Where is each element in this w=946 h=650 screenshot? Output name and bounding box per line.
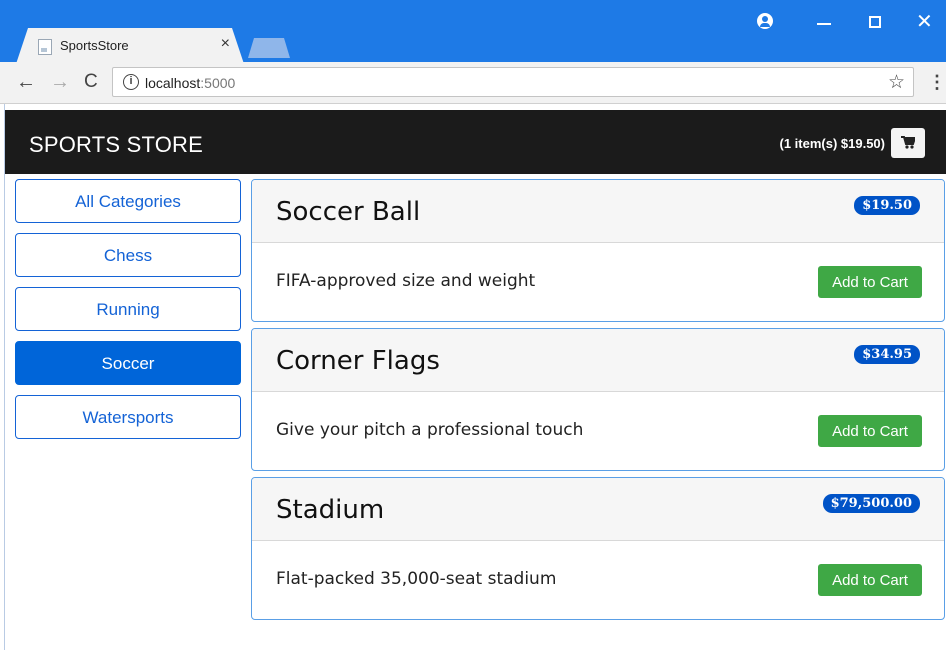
product-name: Stadium <box>276 495 385 525</box>
product-card-body: Flat-packed 35,000-seat stadium Add to C… <box>252 541 944 619</box>
address-bar[interactable]: i localhost:5000 ☆ <box>112 67 914 97</box>
account-icon[interactable] <box>757 13 773 29</box>
product-card: Soccer Ball $19.50 FIFA-approved size an… <box>251 179 945 322</box>
url-host: localhost <box>145 75 201 91</box>
product-card: Stadium $79,500.00 Flat-packed 35,000-se… <box>251 477 945 620</box>
category-list: All Categories Chess Running Soccer Wate… <box>15 179 241 449</box>
product-card-header: Corner Flags $34.95 <box>252 329 944 392</box>
url-text[interactable]: localhost:5000 <box>145 75 235 91</box>
back-arrow-icon[interactable]: ← <box>16 71 36 93</box>
reload-icon[interactable]: C <box>84 71 98 93</box>
title-bar: SportsStore × ✕ <box>0 0 946 64</box>
add-to-cart-button[interactable]: Add to Cart <box>818 564 922 596</box>
category-running-button[interactable]: Running <box>15 287 241 331</box>
minimize-icon[interactable] <box>817 23 831 25</box>
browser-tab[interactable]: SportsStore × <box>16 28 244 64</box>
price-badge: $34.95 <box>854 345 920 364</box>
product-list: Soccer Ball $19.50 FIFA-approved size an… <box>251 179 946 626</box>
tab-close-icon[interactable]: × <box>221 35 230 53</box>
add-to-cart-button[interactable]: Add to Cart <box>818 266 922 298</box>
category-soccer-button[interactable]: Soccer <box>15 341 241 385</box>
category-chess-button[interactable]: Chess <box>15 233 241 277</box>
browser-chrome: SportsStore × ✕ ← → C i localhost:5000 ☆… <box>0 0 946 104</box>
add-to-cart-button[interactable]: Add to Cart <box>818 415 922 447</box>
product-description: FIFA-approved size and weight <box>276 271 536 291</box>
tab-title: SportsStore <box>60 38 129 53</box>
page-content: SPORTS STORE (1 item(s) $19.50) All Cate… <box>4 104 946 650</box>
cart-summary: (1 item(s) $19.50) <box>779 136 886 151</box>
browser-toolbar: ← → C i localhost:5000 ☆ ⋮ <box>0 62 946 104</box>
product-card: Corner Flags $34.95 Give your pitch a pr… <box>251 328 945 471</box>
product-card-header: Soccer Ball $19.50 <box>252 180 944 243</box>
product-card-body: FIFA-approved size and weight Add to Car… <box>252 243 944 321</box>
product-description: Give your pitch a professional touch <box>276 420 584 440</box>
category-all-button[interactable]: All Categories <box>15 179 241 223</box>
star-icon[interactable]: ☆ <box>888 71 905 94</box>
info-icon[interactable]: i <box>123 74 139 90</box>
store-navbar: SPORTS STORE (1 item(s) $19.50) <box>5 110 946 174</box>
cart-button[interactable] <box>891 128 925 158</box>
product-name: Soccer Ball <box>276 197 421 227</box>
url-port: :5000 <box>200 75 236 91</box>
forward-arrow-icon[interactable]: → <box>50 71 70 93</box>
price-badge: $79,500.00 <box>822 494 920 513</box>
product-card-body: Give your pitch a professional touch Add… <box>252 392 944 470</box>
product-description: Flat-packed 35,000-seat stadium <box>276 569 557 589</box>
kebab-menu-icon[interactable]: ⋮ <box>928 72 946 93</box>
window-close-icon[interactable]: ✕ <box>916 9 933 34</box>
maximize-icon[interactable] <box>869 16 881 28</box>
new-tab-button[interactable] <box>248 38 290 58</box>
category-watersports-button[interactable]: Watersports <box>15 395 241 439</box>
store-brand: SPORTS STORE <box>29 132 203 157</box>
product-name: Corner Flags <box>276 346 440 376</box>
page-favicon-icon <box>38 39 52 55</box>
shopping-cart-icon <box>901 136 915 149</box>
price-badge: $19.50 <box>854 196 920 215</box>
product-card-header: Stadium $79,500.00 <box>252 478 944 541</box>
